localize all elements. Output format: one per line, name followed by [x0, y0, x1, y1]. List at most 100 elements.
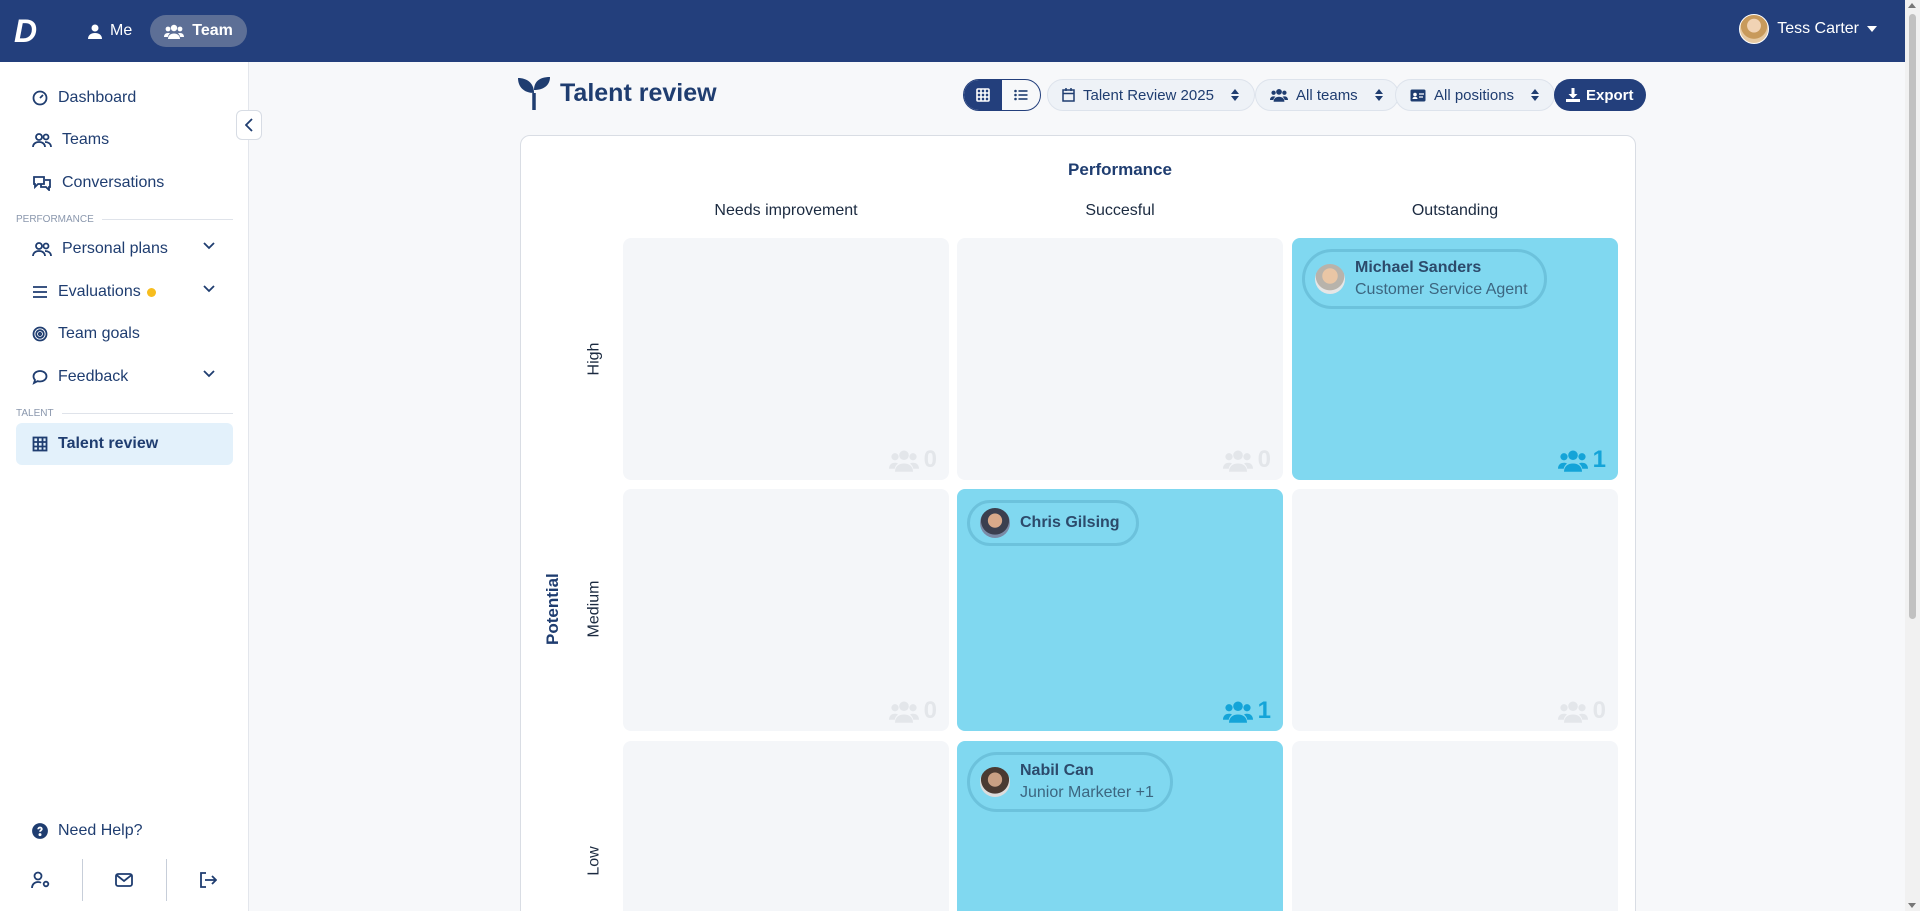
list-view-button[interactable]	[1002, 80, 1040, 110]
row-label-high: High	[585, 342, 603, 376]
chevron-down-icon	[203, 370, 215, 378]
sidebar-item-dashboard[interactable]: Dashboard	[16, 77, 233, 119]
messages-button[interactable]	[83, 859, 167, 901]
seedling-icon	[518, 77, 550, 110]
sidebar-item-team-goals[interactable]: Team goals	[16, 313, 233, 355]
users-icon	[1557, 449, 1588, 472]
need-help-label: Need Help?	[58, 822, 143, 839]
nav-team-label: Team	[192, 22, 233, 39]
matrix-cell-low-outstanding[interactable]	[1292, 741, 1618, 911]
sidebar-item-talent-review[interactable]: Talent review	[16, 423, 233, 465]
view-toggle	[963, 79, 1041, 111]
help-icon	[32, 823, 48, 839]
employee-avatar	[980, 508, 1010, 538]
cycle-select-label: Talent Review 2025	[1083, 86, 1214, 104]
employee-avatar	[1315, 264, 1345, 294]
employee-name: Michael Sanders	[1355, 259, 1482, 276]
account-settings-button[interactable]	[0, 859, 84, 901]
app-logo[interactable]: D	[14, 15, 46, 47]
sidebar-item-label: Team goals	[58, 325, 140, 342]
employee-name: Chris Gilsing	[1020, 514, 1120, 531]
chevron-left-icon	[245, 118, 253, 132]
chevron-down-icon	[203, 242, 215, 250]
matrix-cell-low-needs-improvement[interactable]	[623, 741, 949, 911]
sidebar-item-label: Dashboard	[58, 89, 137, 106]
nav-me-label: Me	[110, 22, 133, 39]
cell-count-value: 0	[923, 697, 937, 724]
conversations-icon	[33, 176, 51, 191]
page-title: Talent review	[560, 78, 717, 107]
matrix-cell-medium-succesful[interactable]: Chris Gilsing 1	[957, 489, 1283, 731]
cycle-select[interactable]: Talent Review 2025	[1047, 79, 1255, 111]
matrix-cell-high-outstanding[interactable]: Michael Sanders Customer Service Agent 1	[1292, 238, 1618, 480]
matrix-cell-high-needs-improvement[interactable]: 0	[623, 238, 949, 480]
user-avatar	[1739, 14, 1770, 44]
matrix-cell-high-succesful[interactable]: 0	[957, 238, 1283, 480]
sidebar: Dashboard Teams Conversations PERFORMANC…	[0, 62, 249, 911]
sidebar-item-label: Feedback	[58, 368, 129, 385]
nav-me-button[interactable]: Me	[74, 15, 146, 47]
dashboard-icon	[32, 90, 48, 106]
positions-select[interactable]: All positions	[1395, 79, 1556, 111]
nav-team-button[interactable]: Team	[150, 15, 247, 47]
users-icon	[1557, 700, 1588, 723]
performance-axis-label: Performance	[1068, 160, 1172, 179]
user-gear-icon	[31, 871, 50, 889]
column-label-succesful: Succesful	[1085, 202, 1155, 219]
sort-icon	[1230, 89, 1239, 101]
logout-button[interactable]	[167, 859, 249, 901]
cell-count: 0	[888, 697, 937, 725]
export-button[interactable]: Export	[1554, 79, 1646, 111]
scroll-down-arrow[interactable]	[1908, 903, 1916, 908]
sort-icon	[1374, 89, 1383, 101]
users-icon	[888, 449, 919, 472]
sidebar-item-label: Talent review	[58, 435, 159, 452]
export-label: Export	[1586, 86, 1634, 104]
sidebar-footer-actions	[0, 859, 249, 901]
cell-count: 0	[1222, 446, 1271, 474]
cell-count-value: 1	[1592, 446, 1606, 473]
collapse-sidebar-button[interactable]	[236, 110, 262, 140]
matrix-cell-medium-outstanding[interactable]: 0	[1292, 489, 1618, 731]
matrix-cell-low-succesful[interactable]: Nabil Can Junior Marketer +1	[957, 741, 1283, 911]
section-label-talent: TALENT	[16, 408, 233, 419]
need-help-link[interactable]: Need Help?	[16, 810, 233, 852]
page-header: Talent review	[518, 76, 717, 110]
user-menu[interactable]: Tess Carter	[1739, 14, 1877, 44]
teams-icon	[32, 133, 52, 148]
calendar-icon	[1062, 88, 1075, 102]
employee-role: Customer Service Agent	[1355, 281, 1528, 298]
users-icon	[1222, 700, 1253, 723]
cell-count-value: 0	[1592, 697, 1606, 724]
employee-chip-chris-gilsing[interactable]: Chris Gilsing	[967, 500, 1139, 546]
column-label-needs-improvement: Needs improvement	[714, 202, 858, 219]
teams-select[interactable]: All teams	[1255, 79, 1399, 111]
target-icon	[32, 326, 48, 342]
sidebar-item-teams[interactable]: Teams	[16, 119, 233, 161]
employee-avatar	[980, 767, 1010, 797]
user-name: Tess Carter	[1777, 20, 1859, 37]
section-label-performance: PERFORMANCE	[16, 214, 233, 225]
cell-count-value: 0	[1257, 446, 1271, 473]
notification-dot	[146, 287, 156, 297]
grid-view-button[interactable]	[964, 80, 1002, 110]
sidebar-item-conversations[interactable]: Conversations	[16, 162, 233, 204]
cell-count-value: 0	[923, 446, 937, 473]
caret-down-icon	[1867, 26, 1877, 32]
sidebar-item-evaluations[interactable]: Evaluations	[16, 271, 233, 313]
sidebar-item-feedback[interactable]: Feedback	[16, 356, 233, 398]
sidebar-item-personal-plans[interactable]: Personal plans	[16, 228, 233, 270]
matrix-cell-medium-needs-improvement[interactable]: 0	[623, 489, 949, 731]
user-icon	[88, 24, 102, 39]
scroll-up-arrow[interactable]	[1908, 3, 1916, 8]
mail-icon	[115, 873, 134, 887]
top-bar: D Me Team Tess Carter	[0, 0, 1905, 62]
sidebar-item-label: Evaluations	[58, 283, 141, 300]
grid-icon	[32, 436, 48, 452]
page-scrollbar[interactable]	[1905, 0, 1920, 911]
chat-icon	[32, 370, 48, 385]
scroll-thumb[interactable]	[1909, 14, 1916, 619]
teams-select-label: All teams	[1296, 86, 1358, 104]
employee-chip-michael-sanders[interactable]: Michael Sanders Customer Service Agent	[1302, 249, 1547, 309]
employee-chip-nabil-can[interactable]: Nabil Can Junior Marketer +1	[967, 752, 1173, 812]
